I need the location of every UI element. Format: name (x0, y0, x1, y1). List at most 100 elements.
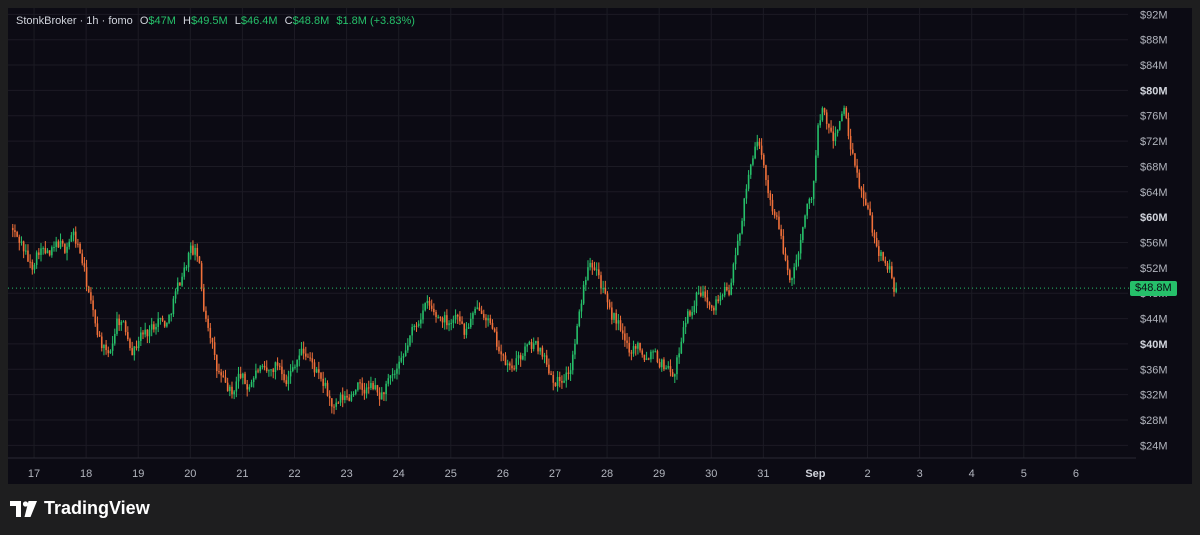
candle-body (867, 205, 869, 209)
candle-body (749, 164, 752, 175)
candle-body (194, 247, 196, 255)
candle-body (574, 343, 576, 355)
candle-body (676, 357, 678, 375)
candle-body (891, 266, 893, 278)
candle-body (64, 243, 66, 253)
x-tick-label: 23 (340, 468, 352, 480)
candle-body (270, 369, 272, 371)
change-value: $1.8M (+3.83%) (336, 15, 415, 27)
x-tick-label: 4 (969, 468, 975, 480)
candle-body (92, 300, 94, 311)
candle-body (285, 380, 288, 384)
y-tick-label: $88M (1140, 35, 1168, 47)
y-tick-label: $40M (1140, 339, 1168, 351)
candle-body (893, 277, 895, 292)
candle-body (639, 342, 641, 351)
candle-body (428, 300, 431, 306)
candle-body (799, 240, 802, 254)
candle-body (767, 180, 769, 194)
candle-body (875, 237, 878, 247)
candle-body (372, 383, 374, 390)
candle-body (641, 350, 644, 355)
candle-body (131, 348, 133, 356)
candle-body (287, 376, 290, 384)
candle-body (519, 355, 522, 360)
candle-body (452, 319, 455, 323)
candle-body (205, 310, 207, 319)
candlestick-chart[interactable]: $92M $88M $84M $80M $76M $72M $68M $64M $60M $56M… (8, 8, 1192, 484)
candle-body (743, 198, 746, 221)
candle-body (545, 355, 548, 365)
candle-body (456, 314, 459, 317)
candle-body (46, 250, 49, 254)
candle-body (153, 324, 155, 330)
candle-body (135, 346, 138, 349)
candle-body (302, 348, 305, 354)
candle-body (467, 327, 470, 329)
candle-body (202, 288, 205, 311)
candle-body (87, 286, 90, 293)
candle-body (198, 256, 201, 264)
candle-body (637, 342, 639, 349)
candle-body (231, 386, 233, 395)
candle-body (172, 298, 175, 315)
candle-body (411, 326, 413, 336)
candle-body (682, 327, 685, 342)
candle-body (511, 365, 513, 369)
tradingview-brand[interactable]: TradingView (10, 498, 150, 519)
candle-body (812, 180, 815, 199)
candle-body (38, 252, 40, 255)
candle-body (116, 318, 118, 334)
candle-body (51, 247, 53, 256)
candle-body (94, 310, 97, 324)
candle-body (448, 323, 450, 326)
candle-body (341, 394, 344, 400)
candle-body (159, 317, 162, 319)
candle-body (680, 341, 683, 354)
candle-body (322, 378, 324, 386)
candle-body (871, 215, 874, 233)
candle-body (795, 259, 798, 268)
candle-body (650, 351, 652, 360)
candle-body (693, 305, 696, 313)
chart-area[interactable]: $92M $88M $84M $80M $76M $72M $68M $64M $60M $56M… (8, 8, 1192, 484)
candle-body (704, 291, 706, 298)
candle-body (548, 364, 550, 374)
candle-body (389, 375, 392, 379)
candle-body (105, 344, 107, 351)
candle-body (407, 345, 409, 351)
candle-body (415, 325, 418, 327)
candle-body (72, 231, 75, 236)
candle-body (491, 322, 494, 329)
x-tick-label: 19 (132, 468, 144, 480)
candle-body (569, 370, 572, 374)
candle-body (337, 402, 340, 404)
candle-body (380, 392, 383, 400)
candle-body (120, 321, 123, 326)
y-tick-label: $84M (1140, 60, 1168, 72)
candle-body (331, 398, 333, 407)
candle-body (27, 250, 29, 262)
candle-body (435, 312, 437, 318)
candle-body (752, 158, 754, 165)
candle-body (695, 292, 698, 306)
y-tick-label: $36M (1140, 364, 1168, 376)
candle-body (83, 263, 86, 268)
high-value: $49.5M (190, 15, 228, 27)
y-tick-label: $56M (1140, 238, 1168, 250)
candle-body (218, 371, 220, 373)
candle-body (374, 385, 377, 390)
candle-body (454, 314, 457, 320)
candle-body (663, 359, 665, 370)
close-value: $48.8M (292, 15, 330, 27)
close-label: C (284, 15, 293, 27)
candle-body (793, 267, 795, 279)
y-tick-label: $60M (1140, 212, 1168, 224)
candle-body (170, 314, 173, 316)
candle-body (843, 107, 845, 114)
candle-body (387, 378, 390, 384)
candle-body (344, 395, 346, 400)
candle-body (836, 129, 839, 134)
ohlc-legend: StonkBroker · 1h · fomo O$47M H$49.5M L$… (16, 15, 415, 27)
candle-body (296, 359, 298, 367)
